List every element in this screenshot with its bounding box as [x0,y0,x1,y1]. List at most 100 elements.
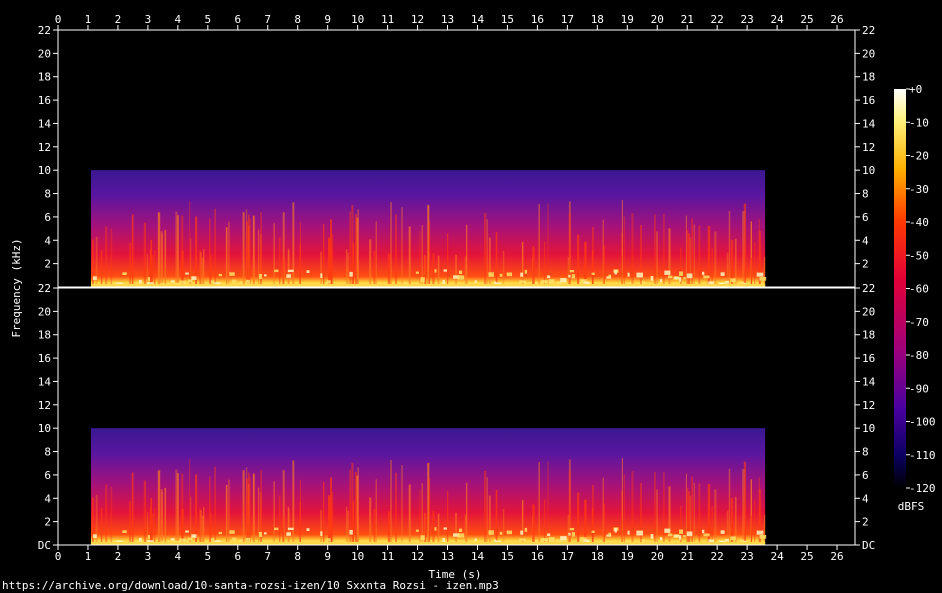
transient-streak [603,503,606,545]
harmonic-mark [506,530,512,535]
x-tick-label: 9 [324,550,331,563]
harmonic-mark [185,272,189,275]
harmonic-mark [725,280,729,284]
harmonic-mark [548,537,555,542]
x-tick-label: 2 [115,550,122,563]
colorbar-tick-label: -20 [909,150,929,163]
harmonic-mark [232,279,237,283]
harmonic-mark [650,276,654,281]
transient-streak [150,240,153,287]
transient-streak [320,251,323,287]
transient-streak [621,457,623,545]
x-tick-label: 7 [264,13,271,26]
x-tick-label: 6 [234,550,241,563]
x-tick-label: 20 [651,13,664,26]
harmonic-mark [720,530,725,534]
y-tick-label: 18 [38,71,51,84]
transient-streak [203,507,205,545]
colorbar-tick-label: -120 [909,482,936,495]
transient-streak [246,221,249,287]
transient-streak [249,218,251,287]
harmonic-mark [591,530,595,533]
harmonic-mark [720,272,725,276]
transient-streak [282,515,284,545]
x-tick-label: 4 [175,550,182,563]
transient-streak [390,202,392,287]
y-tick-label: 10 [38,422,51,435]
harmonic-mark [660,537,663,541]
transient-streak [728,468,731,545]
transient-streak [146,253,149,287]
transient-streak [688,491,690,545]
harmonic-mark [571,274,575,279]
transient-streak [521,242,524,287]
harmonic-mark [541,280,548,284]
transient-streak [502,508,505,545]
harmonic-mark [258,531,262,537]
transient-streak [249,476,251,545]
x-tick-label: 12 [411,13,424,26]
y-tick-label: 22 [862,24,875,37]
y-tick-label: 18 [862,329,875,342]
harmonic-mark [264,274,267,277]
y-tick-label: 4 [44,234,51,247]
harmonic-mark [474,538,477,541]
harmonic-mark [519,538,526,542]
harmonic-mark [287,269,294,272]
harmonic-mark [499,273,503,277]
transient-streak [199,508,202,545]
x-tick-label: 0 [55,550,62,563]
y-tick-label: 14 [862,117,876,130]
colorbar-gradient [894,89,906,488]
y-tick-label: 14 [862,375,876,388]
y-tick-label: 12 [862,141,875,154]
transient-streak [693,482,695,545]
colorbar-tick-label: -60 [909,283,929,296]
transient-streak [486,219,488,287]
harmonic-mark [458,528,463,532]
harmonic-mark [264,532,267,535]
transient-streak [592,227,594,287]
transient-streak [432,511,435,545]
x-tick-label: 22 [711,13,724,26]
y-tick-label: 20 [862,305,875,318]
transient-streak [154,508,156,545]
y-tick-label: 4 [862,492,869,505]
transient-streak [742,469,745,545]
source-url: https://archive.org/download/10-santa-ro… [2,579,499,592]
transient-streak [154,250,156,287]
transient-streak [273,223,275,287]
transient-streak [387,253,391,287]
harmonic-mark [457,533,465,538]
transient-streak [131,214,134,287]
transient-streak [373,251,376,287]
colorbar-tick-label: -70 [909,316,929,329]
transient-streak [483,212,487,287]
x-tick-label: 1 [85,550,92,563]
harmonic-mark [287,527,294,530]
harmonic-mark [547,533,551,537]
x-tick-label: 14 [471,550,485,563]
transient-streak [488,237,491,287]
harmonic-mark [274,269,279,273]
harmonic-mark [759,535,767,539]
y-tick-label: 2 [862,516,869,529]
transient-streak [164,487,167,545]
transient-streak [714,231,717,287]
harmonic-mark [420,535,425,541]
transient-streak [428,220,431,287]
transient-streak [105,226,108,287]
y-tick-label: 6 [44,211,51,224]
transient-streak [687,230,689,287]
transient-streak [252,473,255,545]
harmonic-mark [614,270,617,275]
harmonic-mark [185,530,189,533]
y-tick-label: 8 [44,446,51,459]
transient-streak [225,485,228,545]
transient-streak [758,219,760,287]
transient-streak [160,231,163,287]
harmonic-mark [488,272,494,277]
x-tick-label: 24 [770,550,784,563]
x-tick-label: 13 [441,13,454,26]
colorbar-tick-label: -80 [909,349,929,362]
